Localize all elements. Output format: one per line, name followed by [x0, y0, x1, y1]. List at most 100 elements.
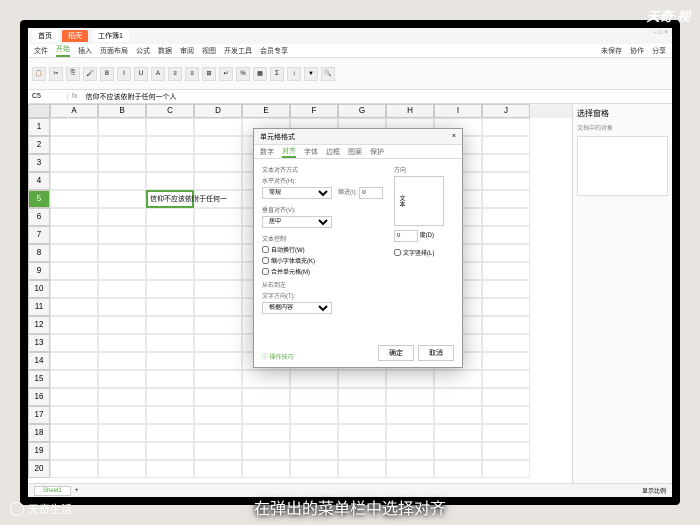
menu-review[interactable]: 审阅 — [180, 46, 194, 56]
cell[interactable] — [338, 370, 386, 388]
col-header[interactable]: J — [482, 104, 530, 118]
cell[interactable] — [338, 442, 386, 460]
row-header[interactable]: 15 — [28, 370, 50, 388]
col-header[interactable]: A — [50, 104, 98, 118]
cell[interactable] — [482, 334, 530, 352]
menu-unsaved[interactable]: 未保存 — [601, 46, 622, 56]
cell[interactable] — [146, 172, 194, 190]
cell[interactable] — [98, 154, 146, 172]
cell[interactable] — [98, 424, 146, 442]
cell[interactable] — [98, 280, 146, 298]
wrap-checkbox[interactable]: 自动换行(W) — [262, 245, 386, 254]
cell[interactable] — [50, 370, 98, 388]
menu-start[interactable]: 开始 — [56, 44, 70, 57]
filter-icon[interactable]: ▼ — [304, 67, 318, 81]
align-center-icon[interactable]: ≡ — [185, 67, 199, 81]
cell[interactable] — [146, 442, 194, 460]
cell[interactable] — [482, 280, 530, 298]
cell[interactable] — [98, 190, 146, 208]
cell[interactable] — [98, 460, 146, 478]
row-header[interactable]: 3 — [28, 154, 50, 172]
italic-icon[interactable]: I — [117, 67, 131, 81]
indent-input[interactable] — [359, 187, 383, 199]
degree-input[interactable] — [394, 230, 418, 242]
bold-icon[interactable]: B — [100, 67, 114, 81]
menu-file[interactable]: 文件 — [34, 46, 48, 56]
row-header[interactable]: 18 — [28, 424, 50, 442]
cell[interactable] — [146, 136, 194, 154]
tab-docer[interactable]: 稻壳 — [62, 30, 88, 42]
row-header[interactable]: 6 — [28, 208, 50, 226]
merge-icon[interactable]: ⊞ — [202, 67, 216, 81]
row-header[interactable]: 8 — [28, 244, 50, 262]
row-header[interactable]: 7 — [28, 226, 50, 244]
cell[interactable] — [98, 226, 146, 244]
col-header[interactable]: G — [338, 104, 386, 118]
menu-layout[interactable]: 页面布局 — [100, 46, 128, 56]
text-dir-select[interactable]: 根据内容 — [262, 302, 332, 314]
cell[interactable] — [146, 460, 194, 478]
cell[interactable] — [194, 244, 242, 262]
cell[interactable] — [290, 388, 338, 406]
cell[interactable] — [50, 316, 98, 334]
tab-font[interactable]: 字体 — [304, 147, 318, 157]
menu-member[interactable]: 会员专享 — [260, 46, 288, 56]
cell[interactable] — [434, 424, 482, 442]
cell[interactable] — [194, 262, 242, 280]
row-header[interactable]: 2 — [28, 136, 50, 154]
cancel-button[interactable]: 取消 — [418, 345, 454, 361]
cell[interactable] — [146, 334, 194, 352]
find-icon[interactable]: 🔍 — [321, 67, 335, 81]
cell[interactable] — [242, 406, 290, 424]
cell[interactable] — [98, 370, 146, 388]
cell[interactable] — [434, 370, 482, 388]
cell[interactable] — [50, 154, 98, 172]
cell[interactable] — [434, 388, 482, 406]
close-icon[interactable]: × — [664, 30, 668, 36]
cell[interactable] — [194, 136, 242, 154]
cell[interactable] — [98, 244, 146, 262]
cut-icon[interactable]: ✂ — [49, 67, 63, 81]
cell[interactable] — [386, 370, 434, 388]
cell[interactable] — [194, 388, 242, 406]
cell[interactable] — [98, 352, 146, 370]
row-header[interactable]: 12 — [28, 316, 50, 334]
shrink-checkbox[interactable]: 缩小字体填充(K) — [262, 256, 386, 265]
cell[interactable] — [194, 118, 242, 136]
vert-align-select[interactable]: 居中 — [262, 216, 332, 228]
row-header[interactable]: 1 — [28, 118, 50, 136]
cell[interactable] — [482, 118, 530, 136]
cell[interactable] — [98, 298, 146, 316]
col-header[interactable]: D — [194, 104, 242, 118]
menu-formula[interactable]: 公式 — [136, 46, 150, 56]
menu-collab[interactable]: 协作 — [630, 46, 644, 56]
cell[interactable] — [146, 118, 194, 136]
dialog-help-link[interactable]: ⓘ 操作技巧 — [262, 352, 294, 361]
cell[interactable] — [194, 370, 242, 388]
cell[interactable] — [50, 208, 98, 226]
cell[interactable] — [194, 316, 242, 334]
cell[interactable] — [482, 208, 530, 226]
cell[interactable] — [146, 208, 194, 226]
cell[interactable] — [434, 442, 482, 460]
cell[interactable] — [50, 226, 98, 244]
cell[interactable] — [242, 424, 290, 442]
tab-workbook[interactable]: 工作簿1 — [92, 30, 129, 42]
cell[interactable] — [386, 460, 434, 478]
cell[interactable] — [146, 406, 194, 424]
cell[interactable] — [98, 316, 146, 334]
formula-input[interactable]: 信仰不应该依附于任何一个人 — [81, 92, 672, 102]
paste-icon[interactable]: 📋 — [32, 67, 46, 81]
tab-border[interactable]: 边框 — [326, 147, 340, 157]
row-header[interactable]: 19 — [28, 442, 50, 460]
cell[interactable] — [194, 334, 242, 352]
cell[interactable] — [50, 280, 98, 298]
cell[interactable] — [50, 442, 98, 460]
cell[interactable] — [194, 424, 242, 442]
cell[interactable] — [482, 244, 530, 262]
sort-icon[interactable]: ↕ — [287, 67, 301, 81]
tab-number[interactable]: 数字 — [260, 147, 274, 157]
col-header[interactable]: H — [386, 104, 434, 118]
cell[interactable] — [98, 172, 146, 190]
menu-view[interactable]: 视图 — [202, 46, 216, 56]
